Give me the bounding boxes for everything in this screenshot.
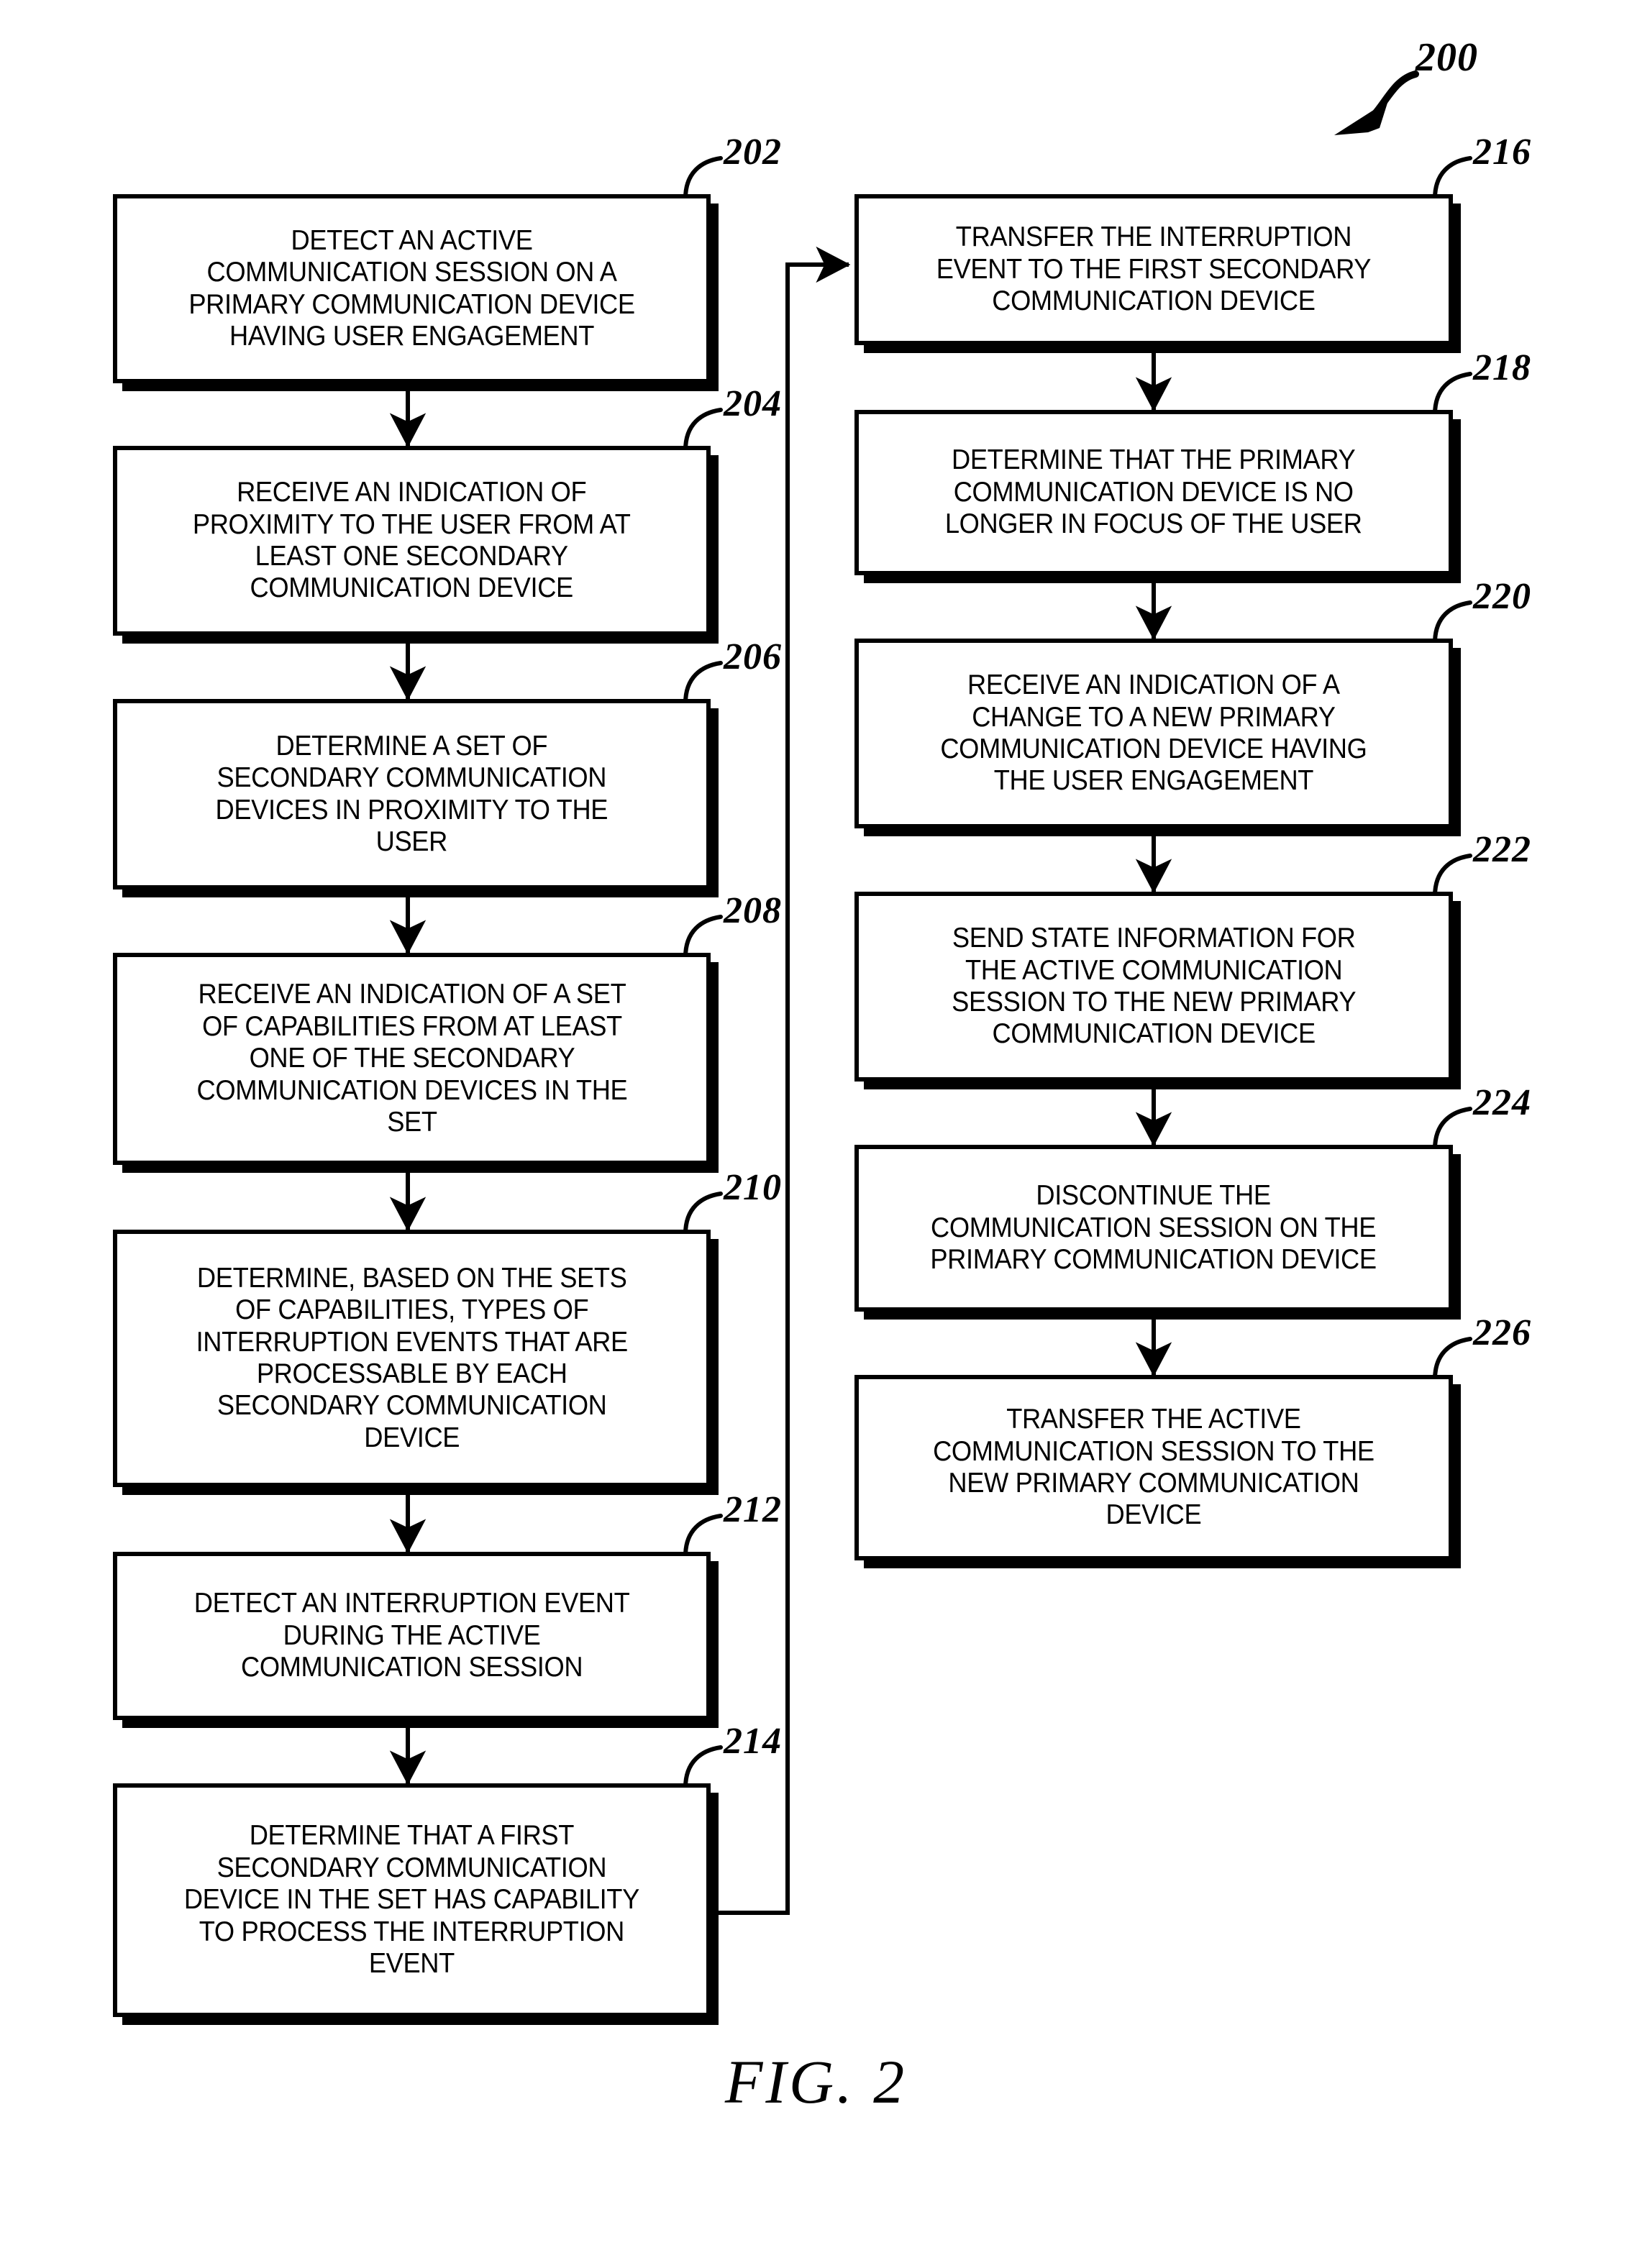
flow-step-212-text: DETECT AN INTERRUPTION EVENT DURING THE … [193,1588,630,1683]
ref-numeral-224: 224 [1473,1082,1531,1123]
figure-number-callout: 200 [1416,35,1478,80]
ref-numeral-206: 206 [724,636,782,677]
ref-numeral-216: 216 [1473,132,1531,173]
flow-step-218[interactable]: DETERMINE THAT THE PRIMARY COMMUNICATION… [854,410,1453,575]
flow-step-214-text: DETERMINE THAT A FIRST SECONDARY COMMUNI… [183,1820,640,1980]
flow-step-226[interactable]: TRANSFER THE ACTIVE COMMUNICATION SESSIO… [854,1375,1453,1560]
flow-step-210-text: DETERMINE, BASED ON THE SETS OF CAPABILI… [196,1262,628,1453]
flow-step-222[interactable]: SEND STATE INFORMATION FOR THE ACTIVE CO… [854,892,1453,1082]
flow-step-216[interactable]: TRANSFER THE INTERRUPTION EVENT TO THE F… [854,194,1453,345]
ref-numeral-226: 226 [1473,1312,1531,1353]
flow-step-206-text: DETERMINE A SET OF SECONDARY COMMUNICATI… [215,730,608,857]
ref-numeral-220: 220 [1473,576,1531,617]
figure-callout-arrowhead [1334,101,1388,135]
connector-214-to-216 [711,246,851,1915]
flow-step-202[interactable]: DETECT AN ACTIVE COMMUNICATION SESSION O… [113,194,711,383]
flow-step-206[interactable]: DETERMINE A SET OF SECONDARY COMMUNICATI… [113,699,711,890]
flow-step-210[interactable]: DETERMINE, BASED ON THE SETS OF CAPABILI… [113,1230,711,1487]
flow-step-220-text: RECEIVE AN INDICATION OF A CHANGE TO A N… [940,669,1367,797]
ref-numeral-214: 214 [724,1721,782,1762]
ref-numeral-202: 202 [724,132,782,173]
ref-numeral-204: 204 [724,383,782,424]
flow-step-224-text: DISCONTINUE THE COMMUNICATION SESSION ON… [930,1180,1377,1276]
flow-step-204-text: RECEIVE AN INDICATION OF PROXIMITY TO TH… [193,477,631,604]
flow-step-218-text: DETERMINE THAT THE PRIMARY COMMUNICATION… [945,444,1362,540]
flow-step-212[interactable]: DETECT AN INTERRUPTION EVENT DURING THE … [113,1552,711,1720]
figure-callout-leader [1370,70,1419,119]
flow-step-220[interactable]: RECEIVE AN INDICATION OF A CHANGE TO A N… [854,639,1453,828]
flow-step-224[interactable]: DISCONTINUE THE COMMUNICATION SESSION ON… [854,1145,1453,1312]
patent-figure-page: DETECT AN ACTIVE COMMUNICATION SESSION O… [0,0,1632,2268]
ref-numeral-218: 218 [1473,347,1531,388]
flow-step-226-text: TRANSFER THE ACTIVE COMMUNICATION SESSIO… [933,1404,1375,1531]
flow-step-208[interactable]: RECEIVE AN INDICATION OF A SET OF CAPABI… [113,953,711,1165]
flow-step-214[interactable]: DETERMINE THAT A FIRST SECONDARY COMMUNI… [113,1783,711,2017]
figure-caption: FIG. 2 [724,2047,908,2116]
flow-step-202-text: DETECT AN ACTIVE COMMUNICATION SESSION O… [188,224,635,352]
flow-step-204[interactable]: RECEIVE AN INDICATION OF PROXIMITY TO TH… [113,446,711,636]
flow-step-216-text: TRANSFER THE INTERRUPTION EVENT TO THE F… [936,221,1372,317]
flow-step-208-text: RECEIVE AN INDICATION OF A SET OF CAPABI… [196,979,627,1138]
ref-numeral-208: 208 [724,890,782,931]
ref-numeral-210: 210 [724,1167,782,1208]
flow-step-222-text: SEND STATE INFORMATION FOR THE ACTIVE CO… [951,923,1357,1050]
ref-numeral-222: 222 [1473,829,1531,870]
ref-numeral-212: 212 [724,1489,782,1530]
